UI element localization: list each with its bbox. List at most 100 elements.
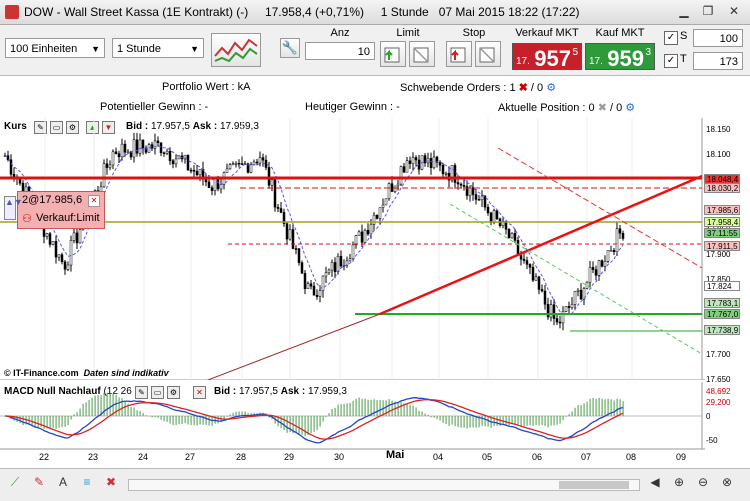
anz-input[interactable]: 10 [305, 42, 375, 60]
histogram-bar [424, 413, 426, 416]
maximize-icon[interactable]: ❐ [700, 4, 716, 19]
cancel-orders-icon[interactable]: ✖ [519, 82, 528, 94]
sell-market-button[interactable]: 17. 957 5 [512, 43, 582, 71]
candle-body [462, 184, 466, 187]
candle-body [237, 162, 241, 165]
histogram-bar [319, 416, 321, 427]
histogram-bar [343, 403, 345, 416]
delete-tool-icon[interactable]: ✖ [102, 473, 120, 491]
histogram-bar [457, 416, 459, 428]
cancel-order-icon[interactable]: ✕ [88, 195, 100, 207]
macd-chart[interactable] [0, 382, 705, 450]
histogram-bar [148, 415, 150, 417]
histogram-bar [226, 416, 228, 417]
candle-body [18, 178, 22, 184]
pending-order-ticket[interactable]: 2@17.985,6 ✕ ⚇ Verkauf:Limit [17, 191, 105, 229]
candle-body [441, 165, 445, 175]
candle-body [474, 194, 478, 200]
histogram-bar [529, 416, 531, 426]
candle-body [534, 276, 538, 281]
candle-body [324, 272, 328, 277]
histogram-bar [574, 407, 576, 416]
histogram-bar [322, 416, 324, 422]
stop-label: Stop [462, 27, 486, 39]
close-icon[interactable]: ✕ [726, 4, 742, 19]
limit-buy-icon [384, 47, 400, 63]
s-input[interactable]: 100 [693, 29, 743, 47]
histogram-bar [409, 404, 411, 416]
window-title: DOW - Wall Street Kassa (1E Kontrakt) (-… [24, 5, 580, 19]
s-checkbox[interactable]: ✓ [664, 31, 678, 45]
limit-buy-button[interactable] [380, 41, 406, 67]
histogram-bar [61, 416, 63, 428]
t-input[interactable]: 173 [693, 52, 743, 70]
gear-icon[interactable]: ⚙ [625, 102, 635, 114]
time-axis-tick: 07 [581, 452, 592, 462]
candle-body [603, 261, 607, 267]
histogram-bar [340, 404, 342, 416]
line-tool-icon[interactable]: ⟋ [6, 473, 24, 491]
order-drag-handle[interactable]: ▲▼ [4, 196, 23, 220]
pen-tool-icon[interactable]: ✎ [30, 473, 48, 491]
candle-body [351, 244, 355, 259]
histogram-bar [508, 416, 510, 426]
candle-body [264, 159, 268, 168]
histogram-bar [520, 416, 522, 427]
buy-market-button[interactable]: 17. 959 3 [585, 43, 655, 71]
zoom-out-icon[interactable]: ⊖ [694, 473, 712, 491]
wrench-icon[interactable]: 🔧 [280, 38, 300, 58]
t-checkbox[interactable]: ✓ [664, 54, 678, 68]
candle-body [531, 267, 535, 281]
candle-body [126, 151, 130, 154]
candle-body [102, 163, 106, 188]
zoom-in-icon[interactable]: ⊕ [670, 473, 688, 491]
limit-label: Limit [396, 27, 420, 39]
candle-body [315, 295, 319, 297]
close-position-icon[interactable]: ✖ [598, 102, 607, 114]
candle-body [294, 248, 298, 250]
horizontal-scrollbar[interactable] [128, 479, 640, 491]
histogram-bar [190, 416, 192, 426]
timeframe-select[interactable]: 1 Stunde ▼ [112, 38, 204, 58]
gear-icon[interactable]: ⚙ [546, 82, 556, 94]
candle-body [231, 163, 235, 166]
text-tool-icon[interactable]: A [54, 473, 72, 491]
candle-body [438, 162, 442, 166]
histogram-bar [514, 416, 516, 425]
candle-body [45, 233, 49, 237]
histogram-bar [172, 416, 174, 426]
candle-body [516, 240, 520, 256]
candle-body [537, 276, 541, 290]
scrollbar-thumb[interactable] [559, 481, 629, 489]
time-axis-tick: 05 [482, 452, 493, 462]
candle-body [492, 210, 496, 223]
limit-sell-button[interactable] [409, 41, 435, 67]
trend-line-upper[interactable] [379, 174, 703, 316]
stop-sell-button[interactable] [475, 41, 501, 67]
histogram-bar [298, 416, 300, 434]
candle-body [111, 151, 115, 166]
histogram-bar [577, 405, 579, 416]
units-select[interactable]: 100 Einheiten ▼ [5, 38, 105, 58]
histogram-bar [541, 416, 543, 426]
scroll-left-icon[interactable]: ◀ [646, 473, 664, 491]
stop-buy-button[interactable] [446, 41, 472, 67]
zoom-fit-icon[interactable]: ⊗ [718, 473, 736, 491]
candle-body [519, 255, 523, 260]
histogram-bar [295, 416, 297, 434]
minimize-icon[interactable]: ▁ [676, 4, 692, 19]
histogram-bar [331, 409, 333, 416]
candle-body [192, 169, 196, 172]
candle-body [336, 256, 340, 273]
candle-body [234, 162, 238, 165]
histogram-bar [49, 416, 51, 430]
chart-type-button[interactable] [211, 33, 261, 67]
histogram-bar [43, 416, 45, 429]
histogram-bar [559, 416, 561, 424]
candle-body [270, 179, 274, 186]
histogram-bar [157, 416, 159, 418]
price-chart[interactable] [0, 118, 705, 380]
candle-body [303, 273, 307, 289]
histogram-bar [406, 403, 408, 416]
fib-tool-icon[interactable]: ≡ [78, 473, 96, 491]
